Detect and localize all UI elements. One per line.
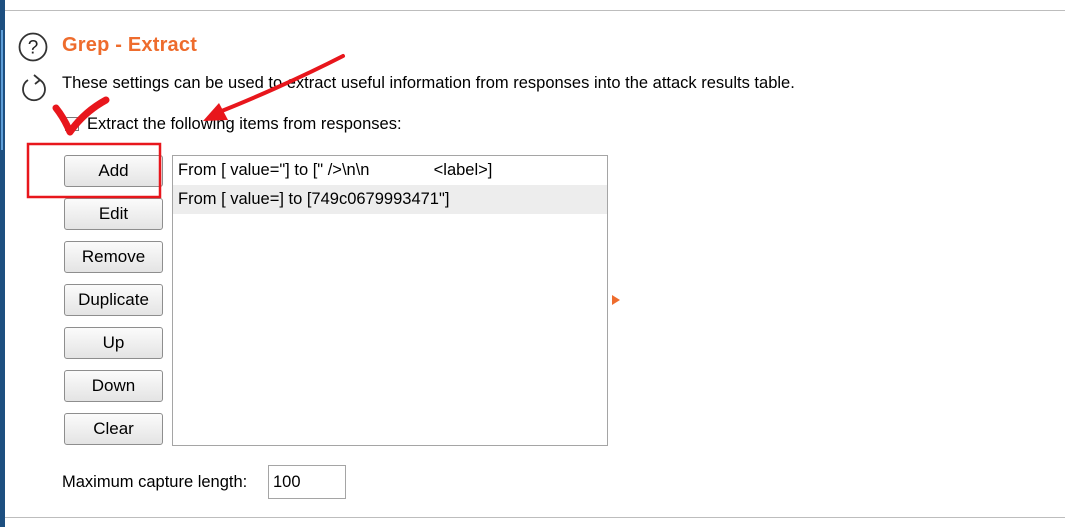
extract-items-list[interactable]: From [ value="] to [" />\n\n <label>] Fr… bbox=[172, 155, 608, 446]
svg-text:?: ? bbox=[28, 38, 39, 59]
add-button[interactable]: Add bbox=[64, 155, 163, 187]
remove-button[interactable]: Remove bbox=[64, 241, 163, 273]
up-button[interactable]: Up bbox=[64, 327, 163, 359]
extract-items-checkbox-label[interactable]: Extract the following items from respons… bbox=[87, 115, 402, 134]
extract-items-checkbox[interactable] bbox=[65, 117, 79, 131]
max-capture-length-label: Maximum capture length: bbox=[62, 473, 248, 491]
section-title: Grep - Extract bbox=[62, 34, 198, 56]
top-divider bbox=[5, 10, 1065, 11]
max-capture-length-input[interactable] bbox=[268, 465, 346, 499]
clear-button[interactable]: Clear bbox=[64, 413, 163, 445]
bottom-divider bbox=[5, 517, 1065, 518]
duplicate-button[interactable]: Duplicate bbox=[64, 284, 163, 316]
window-edge-highlight bbox=[1, 30, 3, 150]
window-edge bbox=[0, 0, 5, 527]
edit-button[interactable]: Edit bbox=[64, 198, 163, 230]
list-item[interactable]: From [ value=] to [749c0679993471"] bbox=[173, 185, 607, 214]
question-circle-icon[interactable]: ? bbox=[18, 32, 48, 62]
expand-arrow-icon[interactable] bbox=[612, 295, 620, 305]
down-button[interactable]: Down bbox=[64, 370, 163, 402]
section-description: These settings can be used to extract us… bbox=[62, 74, 795, 92]
list-item[interactable]: From [ value="] to [" />\n\n <label>] bbox=[173, 156, 607, 185]
refresh-icon[interactable] bbox=[20, 72, 48, 102]
